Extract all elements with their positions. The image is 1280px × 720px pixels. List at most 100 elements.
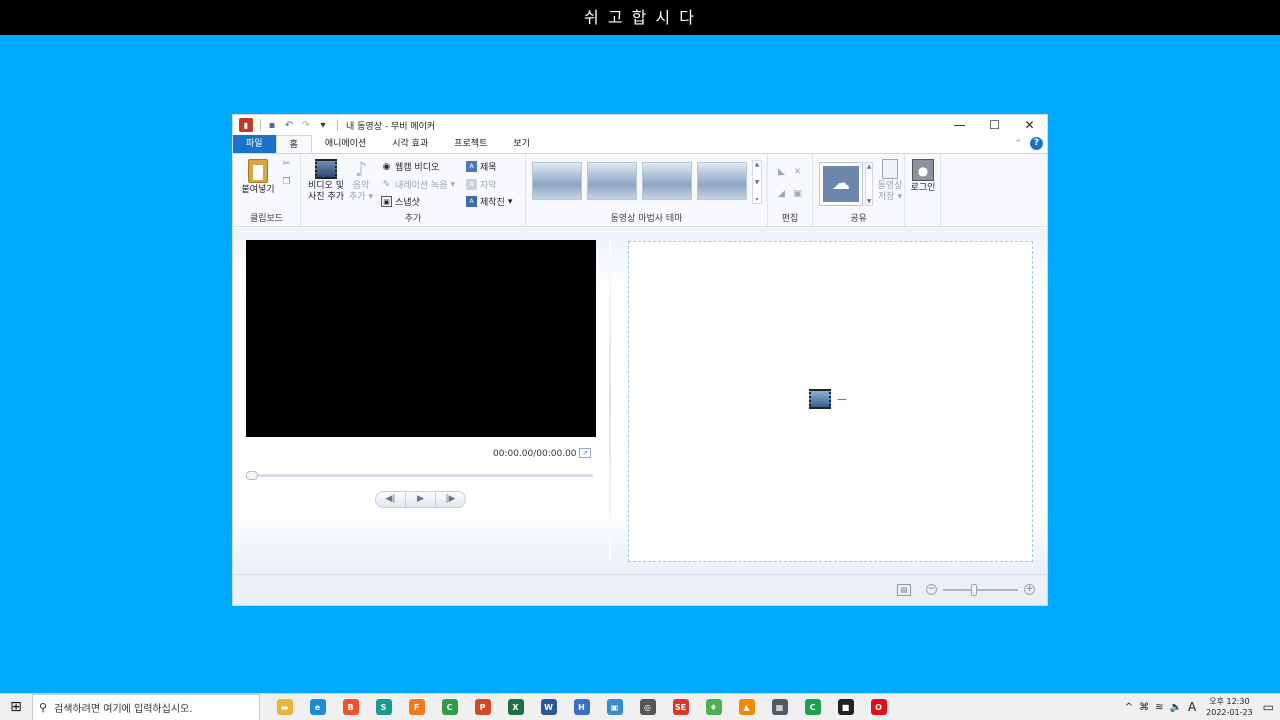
taskbar-app-powerpoint[interactable]: P [466, 694, 499, 720]
caption-icon: A [466, 179, 477, 190]
taskbar-app-excel[interactable]: X [499, 694, 532, 720]
auto-movie-themes-group: ▲ ▼ ▾ 동영상 마법사 테마 [526, 154, 768, 226]
taskbar-app-chrome-2[interactable]: C [796, 694, 829, 720]
save-movie-button[interactable]: 동영상 저장 ▾ [875, 159, 905, 203]
remove-icon[interactable]: ✕ [792, 166, 803, 177]
tab-view[interactable]: 보기 [500, 135, 543, 153]
system-tray: ^ ⌘ ≋ 🔈 A 오후 12:30 2022-01-23 ▭ [1125, 696, 1280, 718]
title-button[interactable]: A 제목 [466, 160, 497, 173]
caption-label: 자막 [480, 181, 497, 191]
taskbar-app-chrome[interactable]: C [433, 694, 466, 720]
window-title: 내 동영상 - 무비 메이커 [346, 121, 436, 132]
ime-indicator[interactable]: A [1188, 700, 1196, 714]
taskbar-app-calculator[interactable]: ▦ [763, 694, 796, 720]
notification-icon[interactable]: ▭ [1263, 700, 1274, 714]
network-icon[interactable]: ⌘ [1139, 702, 1149, 713]
expand-icon: ▾ [755, 196, 759, 203]
webcam-video-button[interactable]: ◉ 웹캠 비디오 [381, 160, 440, 174]
taskbar-app-word[interactable]: W [532, 694, 565, 720]
magnifier-icon: ◎ [639, 699, 656, 715]
clock[interactable]: 오후 12:30 2022-01-23 [1206, 696, 1253, 718]
add-video-photo-button[interactable]: 비디오 및 사진 추가 [305, 159, 347, 203]
taskbar-app-edge[interactable]: e [301, 694, 334, 720]
video-preview[interactable] [246, 240, 596, 437]
wifi-icon[interactable]: ≋ [1155, 702, 1163, 713]
theme-thumbnail[interactable] [697, 162, 747, 200]
narration-label: 내레이션 녹음 [395, 181, 448, 191]
remote-desktop-icon: ▣ [606, 699, 623, 715]
themes-scroll[interactable]: ▲ ▼ ▾ [752, 160, 762, 204]
taskbar-app-app-teal[interactable]: S [367, 694, 400, 720]
taskbar-app-firefox[interactable]: F [400, 694, 433, 720]
tab-project[interactable]: 프로젝트 [441, 135, 500, 153]
volume-icon[interactable]: 🔈 [1169, 702, 1181, 713]
maximize-button[interactable]: ☐ [977, 115, 1012, 135]
onedrive-button[interactable]: ☁ [819, 162, 863, 206]
zoom-in-button[interactable]: + [1024, 584, 1035, 595]
fullscreen-icon[interactable]: ↗ [579, 448, 591, 458]
add-music-button[interactable]: ♪ 음악 추가 ▾ [349, 159, 373, 203]
credits-button[interactable]: A 제작진 ▾ [466, 195, 512, 208]
play-button[interactable]: ▶ [406, 492, 436, 507]
minimize-button[interactable]: — [942, 115, 977, 135]
pane-splitter[interactable] [609, 240, 611, 560]
add-music-label-1: 음악 [352, 181, 370, 191]
snapshot-button[interactable]: ▣ 스냅샷 [381, 195, 420, 208]
tray-chevron-icon[interactable]: ^ [1125, 702, 1133, 713]
zoom-out-button[interactable]: − [926, 584, 937, 595]
caption-button[interactable]: A 자막 [466, 178, 497, 191]
tab-visual-effects[interactable]: 시각 효과 [379, 135, 441, 153]
storyboard-area[interactable]: — [628, 241, 1033, 562]
close-button[interactable]: ✕ [1012, 115, 1047, 135]
taskbar-app-app-green[interactable]: ♦ [697, 694, 730, 720]
taskbar-app-vlc[interactable]: ▲ [730, 694, 763, 720]
taskbar-search[interactable]: ⚲ 검색하려면 여기에 입력하십시오. [32, 693, 260, 720]
quick-access-dropdown-icon[interactable]: ▾ [316, 118, 330, 132]
save-icon[interactable]: ▪ [265, 118, 279, 132]
collapse-ribbon-icon[interactable]: ⌃ [1014, 139, 1022, 149]
save-movie-label-1: 동영상 [877, 181, 903, 191]
taskbar-app-brave[interactable]: B [334, 694, 367, 720]
taskbar-app-magnifier[interactable]: ◎ [631, 694, 664, 720]
select-all-icon[interactable]: ▣ [792, 188, 803, 199]
title-label: 제목 [480, 163, 497, 173]
cut-icon[interactable]: ✂ [281, 158, 292, 169]
windows-icon: ⊞ [10, 699, 22, 715]
redo-icon[interactable]: ↷ [299, 118, 313, 132]
chevron-down-icon: ▾ [897, 192, 902, 202]
zoom-slider-thumb[interactable] [971, 584, 977, 596]
rotate-right-icon[interactable]: ◢ [776, 188, 787, 199]
chevron-down-icon: ▾ [450, 179, 456, 190]
next-frame-button[interactable]: |▶ [436, 492, 465, 507]
seek-bar[interactable] [246, 471, 593, 480]
taskbar-app-hwp[interactable]: H [565, 694, 598, 720]
taskbar-app-file-explorer[interactable]: ▬ [268, 694, 301, 720]
zoom-slider[interactable] [943, 584, 1018, 596]
theme-thumbnail[interactable] [642, 162, 692, 200]
chevron-down-icon: ▾ [368, 192, 373, 202]
webcam-icon: ◉ [382, 161, 391, 172]
paste-button[interactable]: 붙여넣기 [237, 159, 279, 196]
theme-thumbnail[interactable] [532, 162, 582, 200]
rotate-left-icon[interactable]: ◣ [776, 166, 787, 177]
theme-thumbnail[interactable] [587, 162, 637, 200]
tab-animation[interactable]: 애니메이션 [312, 135, 379, 153]
thumbnail-size-icon[interactable]: ▤ [897, 584, 911, 596]
app-icon[interactable]: ▮ [239, 118, 253, 132]
tab-home[interactable]: 홈 [275, 135, 312, 153]
seek-thumb[interactable] [246, 471, 258, 480]
taskbar-app-remote-desktop[interactable]: ▣ [598, 694, 631, 720]
help-icon[interactable]: ? [1030, 137, 1043, 150]
themes-group-label: 동영상 마법사 테마 [610, 214, 683, 224]
previous-frame-button[interactable]: ◀| [376, 492, 406, 507]
signin-button[interactable]: ● 로그인 [907, 159, 939, 194]
start-button[interactable]: ⊞ [0, 694, 32, 720]
share-scroll[interactable]: ▲ ▼ [865, 162, 873, 206]
record-narration-button[interactable]: ✎ 내레이션 녹음 ▾ [381, 178, 456, 192]
taskbar-app-sticky-notes[interactable]: ■ [829, 694, 862, 720]
copy-icon[interactable]: ❐ [281, 176, 292, 187]
tab-file[interactable]: 파일 [233, 135, 276, 153]
taskbar-app-se-app[interactable]: SE [664, 694, 697, 720]
taskbar-app-opera[interactable]: O [862, 694, 895, 720]
undo-icon[interactable]: ↶ [282, 118, 296, 132]
